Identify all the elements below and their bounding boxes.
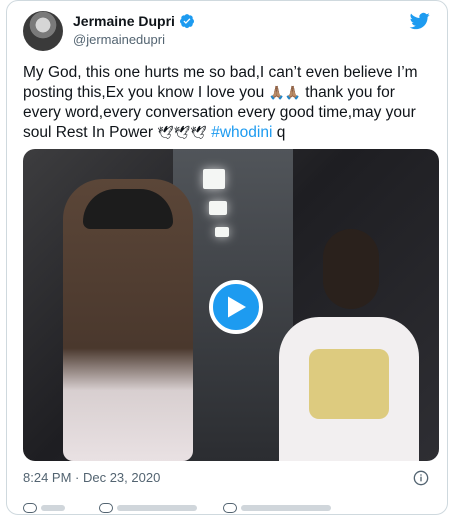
play-button[interactable]	[209, 280, 263, 334]
like-action[interactable]	[23, 503, 65, 513]
heart-icon	[23, 503, 37, 513]
video-scene-light	[203, 169, 225, 189]
video-figure-hat	[83, 189, 173, 229]
twitter-bird-icon[interactable]	[409, 11, 431, 31]
video-figure	[63, 179, 193, 461]
video-scene-light	[209, 201, 227, 215]
verified-badge-icon	[179, 14, 194, 29]
video-figure-face	[323, 229, 379, 309]
author-name-row: Jermaine Dupri	[73, 13, 195, 29]
video-player[interactable]	[23, 149, 439, 461]
author-handle[interactable]: @jermainedupri	[73, 32, 165, 47]
share-action[interactable]	[223, 503, 331, 513]
info-icon[interactable]	[413, 470, 429, 486]
tweet-meta: 8:24 PM · Dec 23, 2020	[23, 469, 435, 489]
reply-count	[117, 505, 197, 511]
share-label	[241, 505, 331, 511]
tweet-text: My God, this one hurts me so bad,I can’t…	[23, 63, 433, 143]
share-icon	[223, 503, 237, 513]
tweet-header: Jermaine Dupri @jermainedupri	[23, 11, 435, 55]
tweet-card[interactable]: Jermaine Dupri @jermainedupri My God, th…	[6, 0, 448, 515]
video-figure-print	[309, 349, 389, 419]
author-name[interactable]: Jermaine Dupri	[73, 13, 175, 29]
dove-emoji: 🕊🕊🕊	[157, 125, 207, 140]
video-figure	[279, 229, 419, 461]
author-avatar[interactable]	[23, 11, 63, 51]
play-icon	[228, 296, 246, 318]
pray-emoji: 🙏🏽🙏🏽	[268, 85, 301, 100]
tweet-timestamp[interactable]: 8:24 PM · Dec 23, 2020	[23, 470, 160, 485]
reply-icon	[99, 503, 113, 513]
like-count	[41, 505, 65, 511]
reply-action[interactable]	[99, 503, 197, 513]
tweet-text-part: q	[272, 124, 286, 141]
hashtag-link[interactable]: #whodini	[211, 124, 272, 141]
video-scene-light	[215, 227, 229, 237]
